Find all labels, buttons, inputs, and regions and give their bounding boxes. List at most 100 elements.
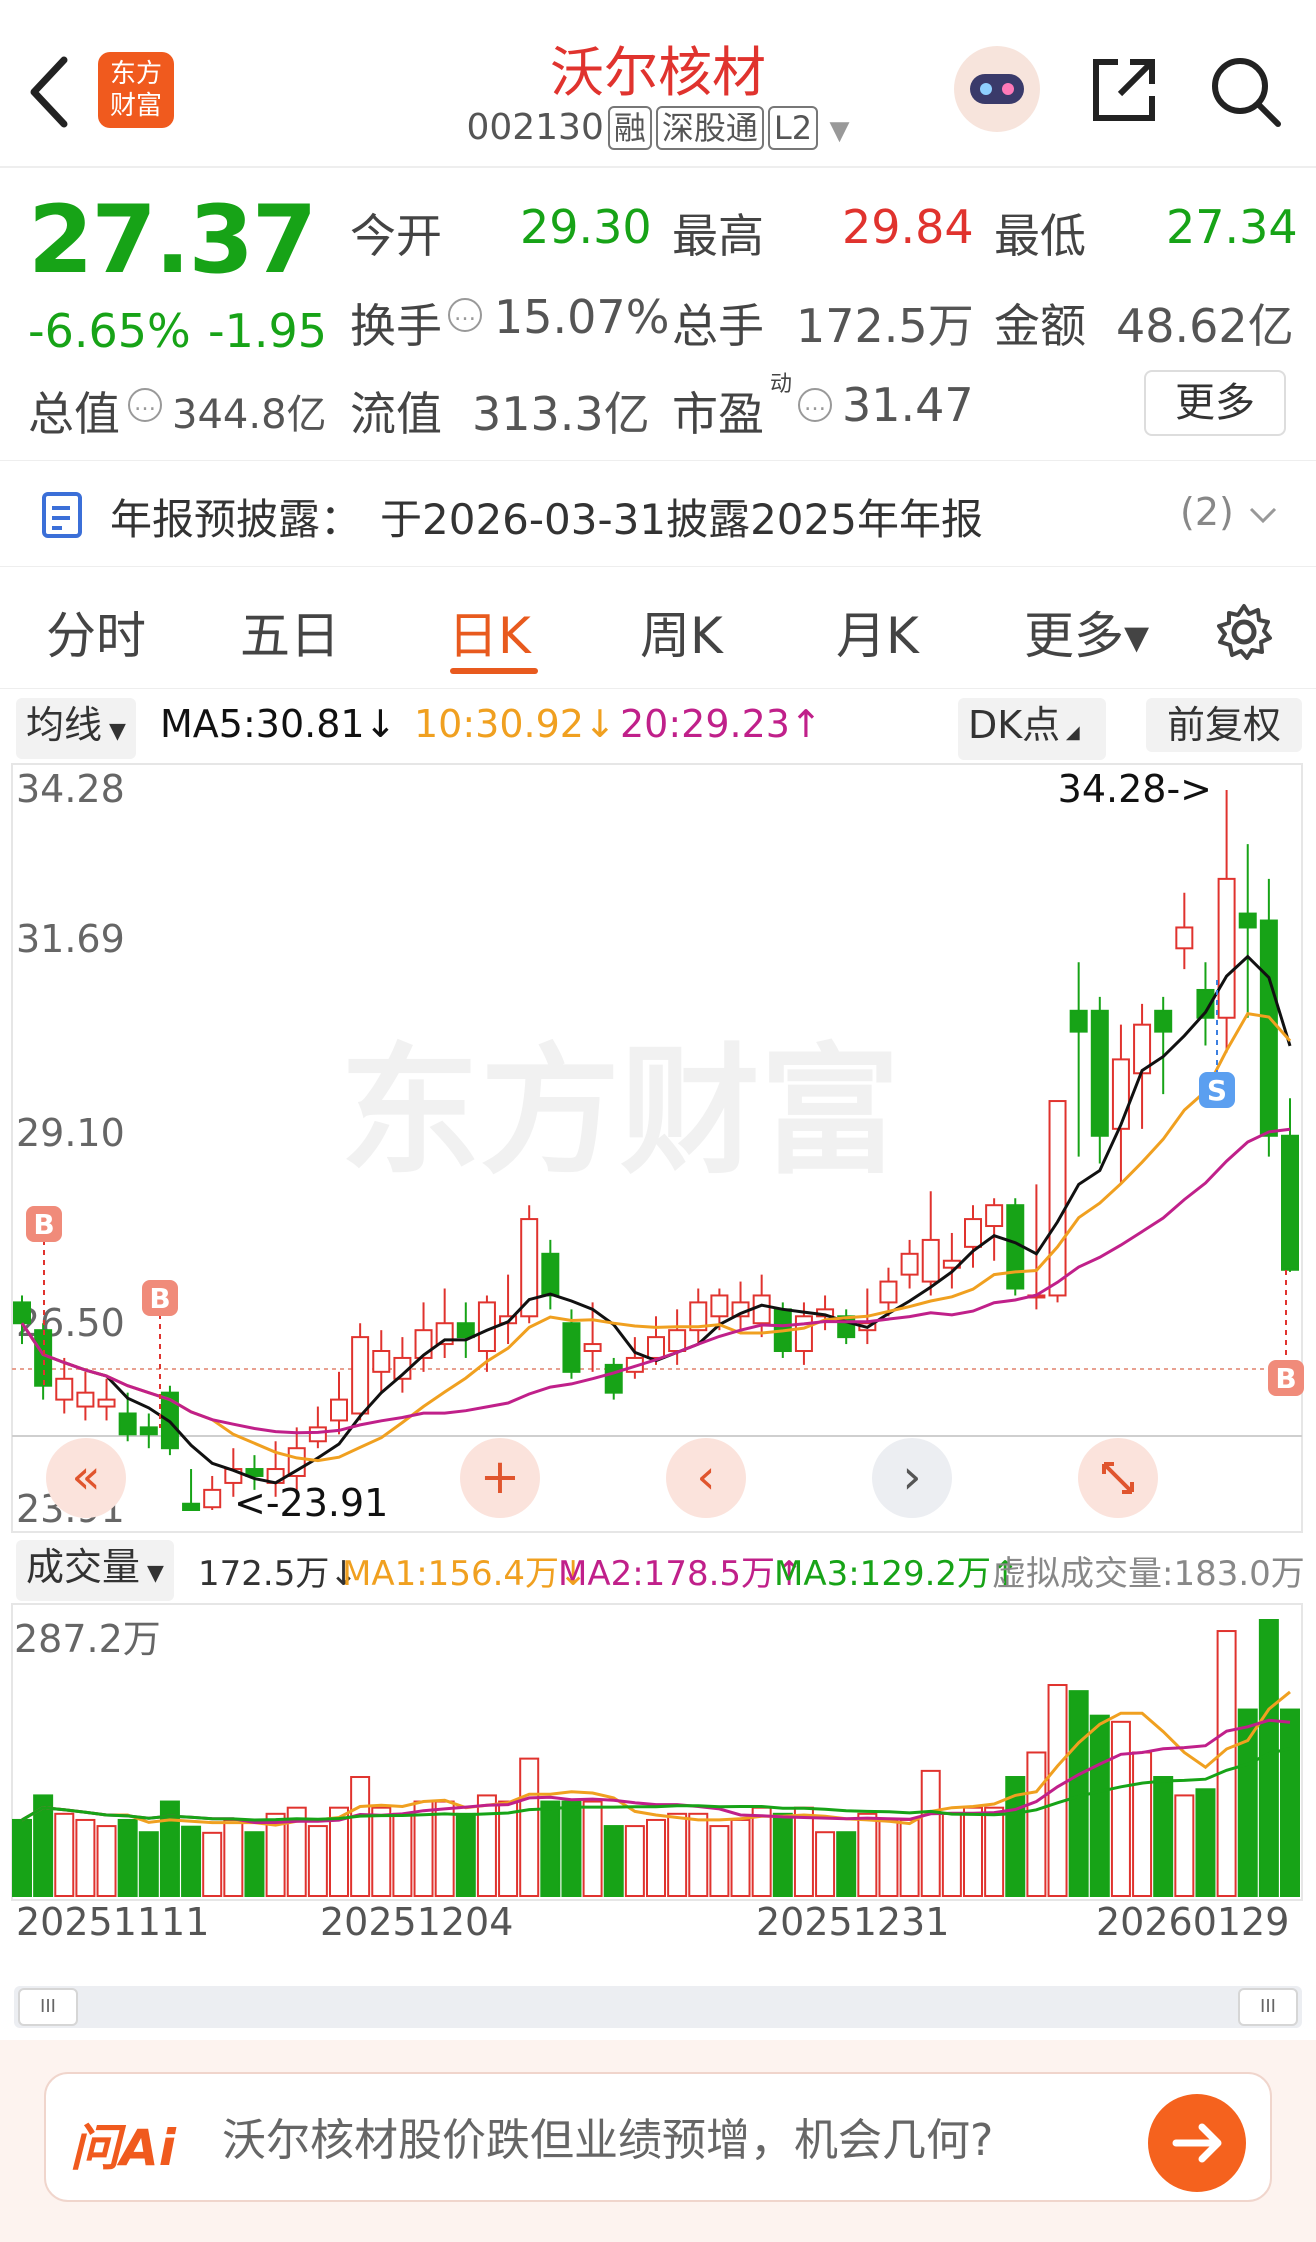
marker-b[interactable]: B <box>142 1280 178 1316</box>
candle <box>182 1469 201 1512</box>
volume-bar <box>371 1806 392 1897</box>
tab-five-day[interactable]: 五日 <box>240 596 340 668</box>
search-button[interactable] <box>1206 52 1286 132</box>
y-tick-3: 29.10 <box>16 1111 125 1155</box>
low-note: <-23.91 <box>234 1481 388 1525</box>
low-value: 27.34 <box>1166 200 1298 254</box>
volume-bar <box>688 1812 709 1898</box>
triangle-down-icon[interactable]: ▼ <box>830 116 850 146</box>
volume-bar <box>1216 1630 1237 1897</box>
zoom-in-button[interactable]: + <box>460 1438 540 1518</box>
volume-bar <box>540 1800 561 1897</box>
svg-text:B: B <box>33 1208 54 1241</box>
volume-selector[interactable]: 成交量 ▼ <box>16 1540 174 1601</box>
volume-chart[interactable]: 287.2万 <box>0 1600 1316 1910</box>
svg-text:B: B <box>1275 1362 1296 1395</box>
volume-bar <box>244 1831 265 1897</box>
vol-ma2: MA2:178.5万↑ <box>558 1554 804 1594</box>
info-icon[interactable]: … <box>798 388 832 422</box>
candle <box>731 1281 750 1331</box>
change: -1.95 <box>208 304 328 358</box>
gear-icon[interactable] <box>1212 600 1276 664</box>
candle <box>330 1371 348 1435</box>
volume-bar <box>624 1825 645 1897</box>
y-tick-1: 34.28 <box>16 767 125 811</box>
volume-value: 172.5万↓ <box>198 1554 358 1594</box>
candle <box>1281 1098 1299 1272</box>
date-label: 20251204 <box>320 1900 514 1944</box>
candle <box>1111 1024 1130 1185</box>
high-value: 29.84 <box>842 200 974 254</box>
document-icon <box>42 492 82 538</box>
high-note: 34.28-> <box>1058 767 1212 811</box>
tab-weekly-k[interactable]: 周K <box>640 596 723 668</box>
prev-button[interactable]: ‹ <box>666 1438 746 1518</box>
expand-icon <box>1102 1462 1134 1494</box>
marker-b[interactable]: B <box>26 1206 62 1242</box>
high-label: 最高 <box>672 209 764 263</box>
volume-bar <box>202 1831 223 1897</box>
info-icon[interactable]: … <box>128 388 162 422</box>
scroll-handle-right[interactable]: III <box>1238 1988 1298 2026</box>
tab-intraday[interactable]: 分时 <box>46 596 146 668</box>
change-pct: -6.65% <box>28 304 191 358</box>
pe-superscript: 动 <box>770 372 793 397</box>
expand-button[interactable] <box>1078 1438 1158 1518</box>
tab-monthly-k[interactable]: 月K <box>836 596 919 668</box>
marker-b[interactable]: B <box>1268 1360 1304 1396</box>
kline-chart[interactable]: 东方财富 34.28 31.69 29.10 26.50 23.91 34.28… <box>0 760 1316 1540</box>
turnover-label: 换手 <box>350 299 442 353</box>
adjust-button[interactable]: 前复权 <box>1146 698 1302 752</box>
volume-bar <box>1132 1751 1153 1897</box>
info-icon[interactable]: … <box>448 298 482 332</box>
dk-button[interactable]: DK点 ◢ <box>958 698 1106 760</box>
stock-code: 002130 <box>466 107 604 148</box>
pe-value: 31.47 <box>842 378 974 432</box>
volume-bar <box>75 1818 96 1898</box>
notice-row[interactable]: 年报预披露： 于2026-03-31披露2025年年报 (2) <box>0 470 1316 560</box>
ma-selector-label: 均线 <box>26 703 103 747</box>
volume-bar <box>223 1818 244 1898</box>
notice-count: (2) <box>1180 490 1234 534</box>
volume-bar <box>12 1818 32 1898</box>
share-button[interactable] <box>1086 52 1162 128</box>
next-button[interactable]: › <box>872 1438 952 1518</box>
tag-connect: 深股通 <box>655 106 764 150</box>
volume-bar <box>350 1776 371 1897</box>
date-label: 20251231 <box>756 1900 950 1944</box>
candle <box>985 1198 1004 1261</box>
amount-label: 金额 <box>994 299 1086 353</box>
y-tick-2: 31.69 <box>16 917 125 961</box>
candle <box>97 1378 116 1421</box>
tab-daily-k[interactable]: 日K <box>448 596 531 668</box>
ma-selector[interactable]: 均线 ▼ <box>16 698 136 759</box>
low-label: 最低 <box>994 209 1086 263</box>
volume-bar <box>476 1794 497 1897</box>
turnover-value: 15.07% <box>494 290 670 344</box>
ai-send-button[interactable] <box>1148 2094 1246 2192</box>
more-button[interactable]: 更多 <box>1144 370 1286 436</box>
marker-s[interactable]: S <box>1199 1072 1235 1108</box>
scroll-handle-left[interactable]: III <box>18 1988 78 2026</box>
price: 27.37 <box>28 186 317 295</box>
rewind-button[interactable]: « <box>46 1438 126 1518</box>
tab-more[interactable]: 更多▾ <box>1024 596 1149 668</box>
candle <box>1048 1100 1067 1303</box>
robot-avatar-icon[interactable] <box>954 46 1040 132</box>
volume-bar <box>646 1818 666 1898</box>
candle <box>499 1274 518 1345</box>
date-label: 20260129 <box>1096 1900 1290 1944</box>
volume-bar <box>519 1757 540 1897</box>
volume-label: 总手 <box>672 299 764 353</box>
notice-text: 于2026-03-31披露2025年年报 <box>380 495 983 544</box>
candle <box>900 1239 919 1289</box>
triangle-down-icon: ▼ <box>140 1561 164 1586</box>
time-scrollbar[interactable] <box>14 1986 1302 2028</box>
candle <box>1238 844 1257 1018</box>
svg-text:B: B <box>149 1282 170 1315</box>
volume-bar <box>920 1769 941 1898</box>
ai-question-bar[interactable]: 问Ai 沃尔核材股价跌但业绩预增，机会几何? <box>44 2072 1272 2202</box>
candle <box>456 1302 475 1358</box>
volume-bar <box>793 1806 814 1897</box>
triangle-down-icon: ▼ <box>102 719 126 744</box>
